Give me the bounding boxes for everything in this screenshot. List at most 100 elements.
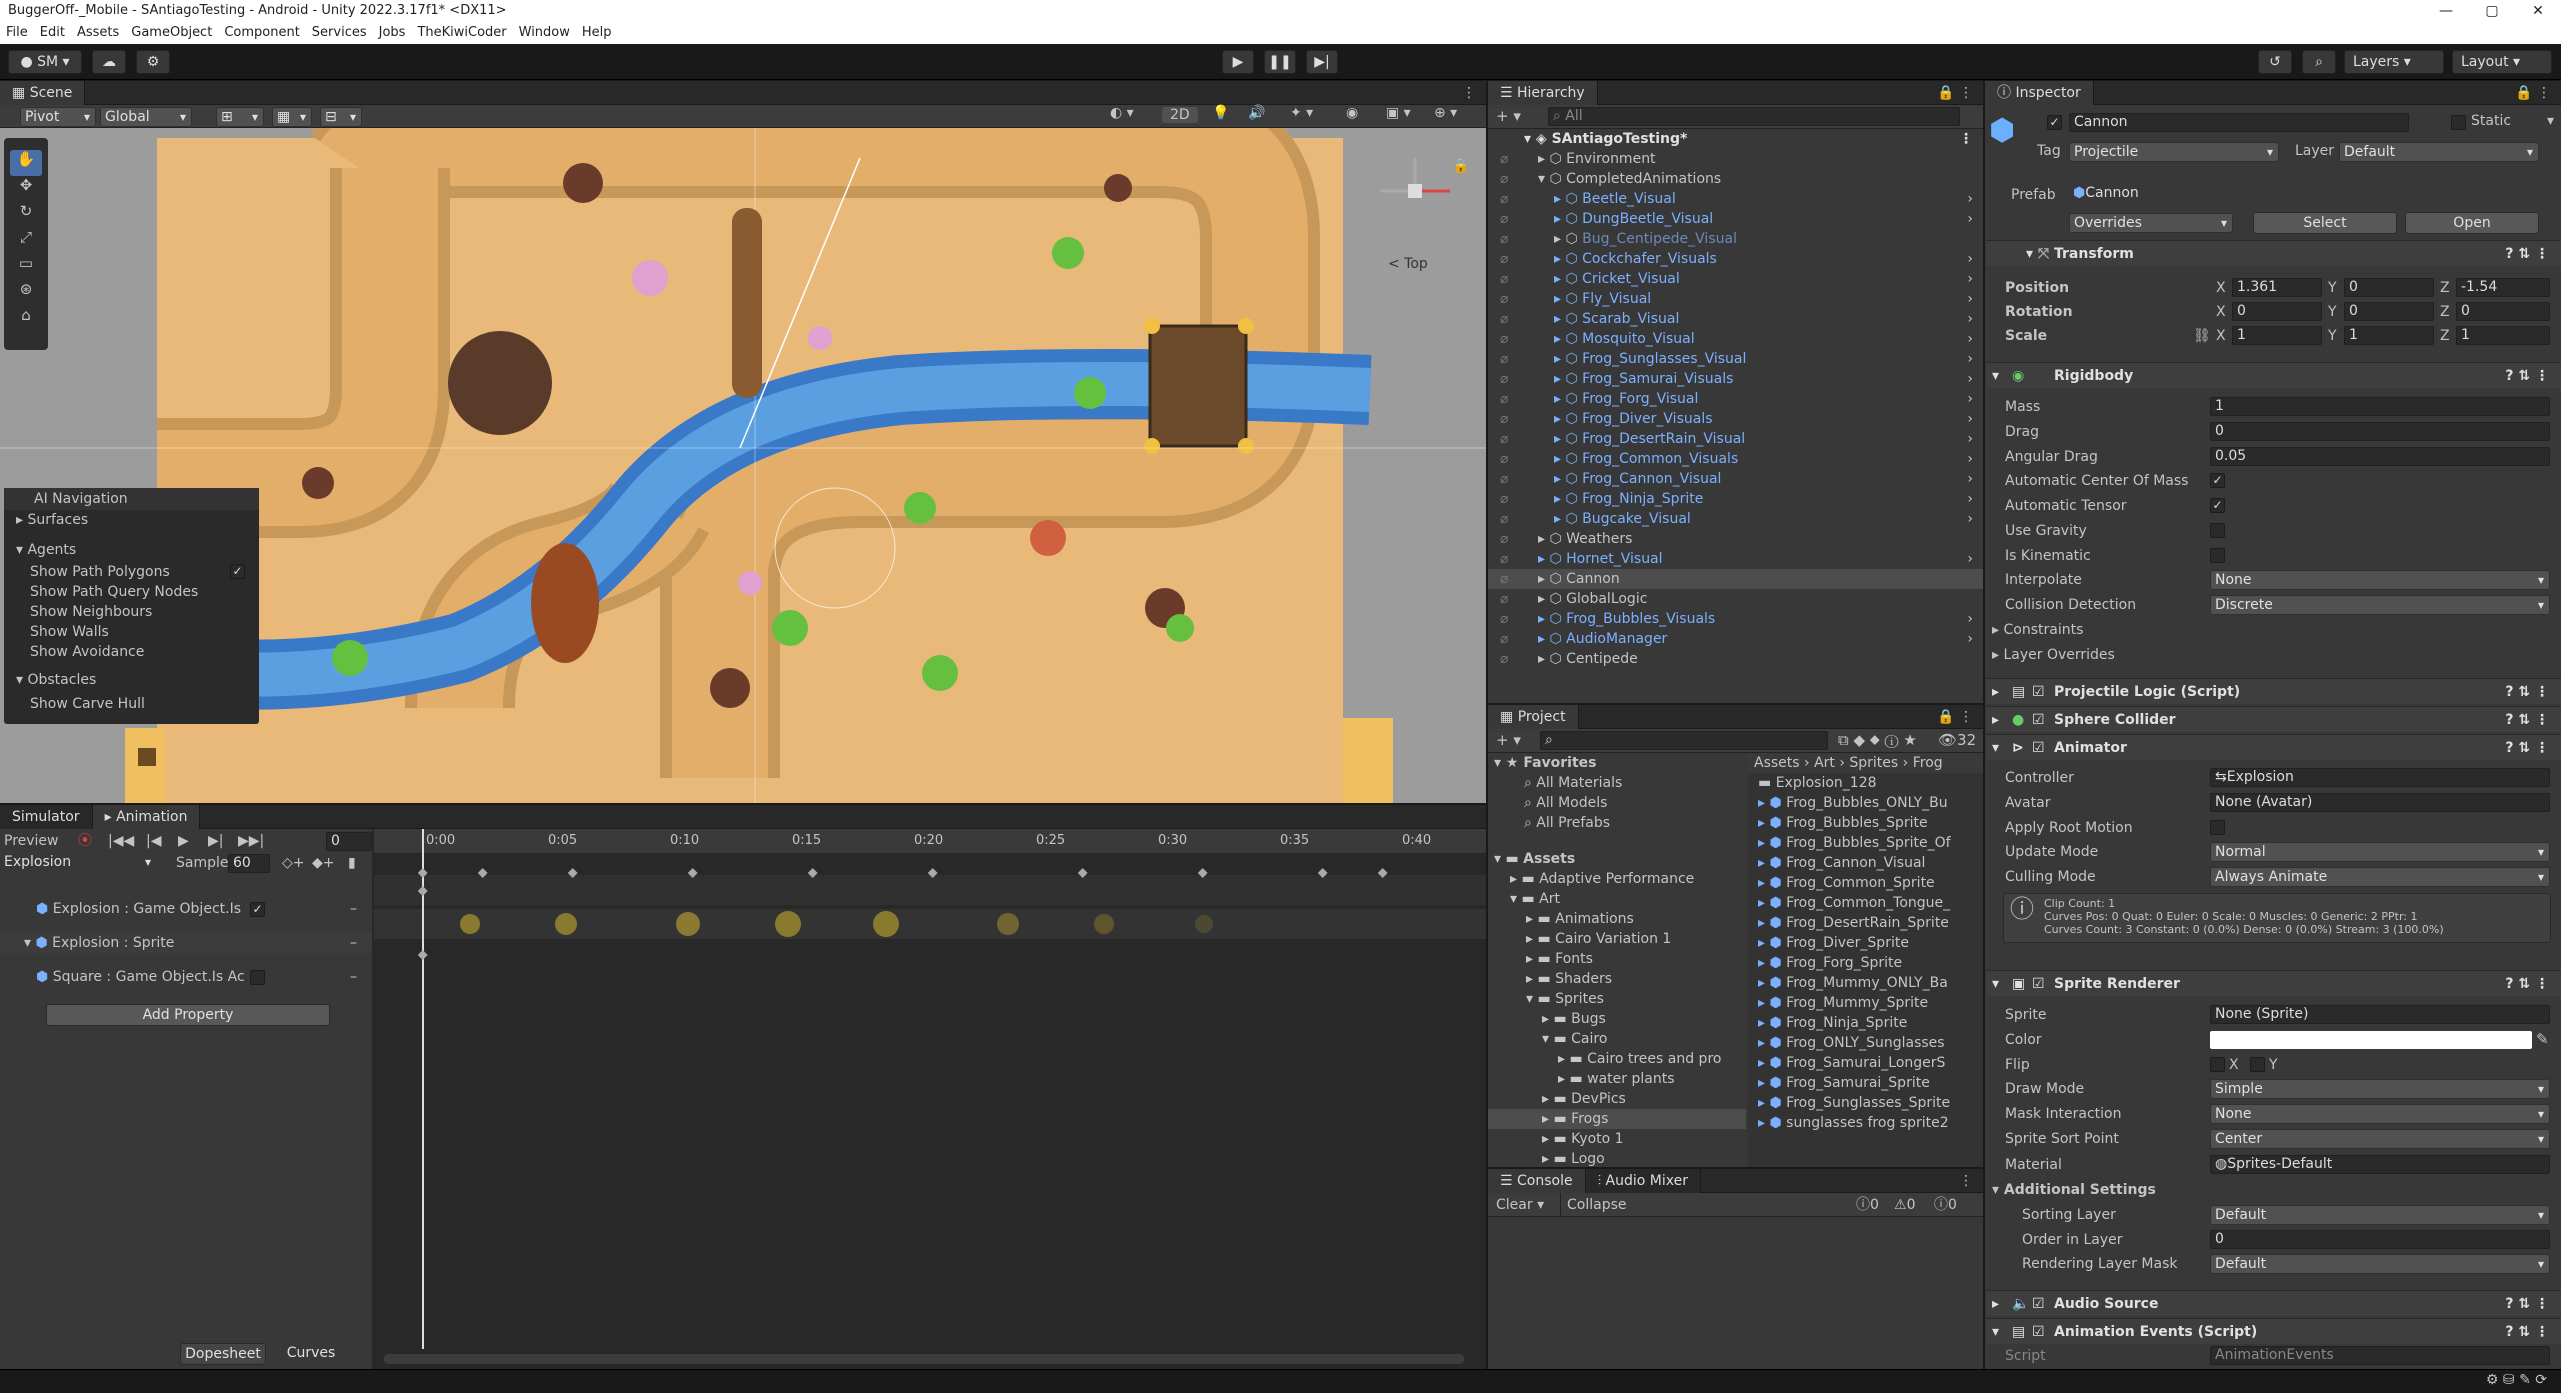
project-file[interactable]: ▸ ⬢ sunglasses frog sprite2 bbox=[1748, 1113, 1983, 1133]
curves-tab[interactable]: Curves bbox=[276, 1343, 346, 1365]
color-swatch[interactable] bbox=[2210, 1031, 2532, 1049]
prefab-field[interactable]: ⬢Cannon bbox=[2069, 185, 2529, 204]
name-field[interactable]: Cannon bbox=[2069, 113, 2409, 132]
scale-tool-icon[interactable]: ⤢ bbox=[4, 228, 48, 254]
layout-dropdown[interactable]: Layout ▾ bbox=[2452, 50, 2552, 74]
position-y[interactable]: 0 bbox=[2344, 278, 2434, 297]
rect-tool-icon[interactable]: ▭ bbox=[4, 254, 48, 280]
visibility-toggle-icon[interactable]: ⌀ bbox=[1500, 589, 1508, 609]
tab-simulator[interactable]: Simulator bbox=[0, 805, 93, 829]
project-file[interactable]: ▸ ⬢ Frog_Common_Sprite bbox=[1748, 873, 1983, 893]
panel-menu-icon[interactable]: ⋮ bbox=[1462, 81, 1476, 105]
fav-all-materials[interactable]: ⌕ All Materials bbox=[1488, 773, 1746, 793]
animator-enabled-checkbox[interactable]: ☑ bbox=[2032, 735, 2045, 761]
position-x[interactable]: 1.361 bbox=[2232, 278, 2322, 297]
update-mode-dropdown[interactable]: Normal bbox=[2210, 842, 2550, 862]
gizmos-icon[interactable]: ⊕ ▾ bbox=[1434, 105, 1457, 121]
hierarchy-item[interactable]: ▸ ⬡ DungBeetle_Visual ⌀ › bbox=[1488, 209, 1983, 229]
project-file[interactable]: ▸ ⬢ Frog_Mummy_Sprite bbox=[1748, 993, 1983, 1013]
favorites-foldout[interactable]: ▾ ★ Favorites bbox=[1488, 753, 1746, 773]
hierarchy-item[interactable]: ▾ ⬡ CompletedAnimations ⌀ bbox=[1488, 169, 1983, 189]
hierarchy-item[interactable]: ▸ ⬡ Bugcake_Visual ⌀ › bbox=[1488, 509, 1983, 529]
pivot-dropdown[interactable]: Pivot bbox=[20, 107, 96, 127]
prefab-select-button[interactable]: Select bbox=[2253, 212, 2397, 234]
grid-icon[interactable]: ▦ bbox=[272, 107, 312, 127]
add-property-button[interactable]: Add Property bbox=[46, 1004, 330, 1026]
menu-help[interactable]: Help bbox=[582, 22, 612, 44]
project-folder[interactable]: ▾ ▬ Assets bbox=[1488, 849, 1746, 869]
prefab-open-icon[interactable]: › bbox=[1967, 409, 1973, 429]
custom-tool-icon[interactable]: ⌂ bbox=[4, 306, 48, 332]
visibility-toggle-icon[interactable]: ⌀ bbox=[1500, 249, 1508, 269]
prefab-open-icon[interactable]: › bbox=[1967, 189, 1973, 209]
effects-icon[interactable]: ✦ ▾ bbox=[1290, 105, 1313, 121]
visibility-toggle-icon[interactable]: ⌀ bbox=[1500, 429, 1508, 449]
menu-file[interactable]: File bbox=[6, 22, 28, 44]
log-count[interactable]: ⓘ0 bbox=[1856, 1193, 1879, 1217]
auto-tensor-checkbox[interactable]: ✓ bbox=[2210, 498, 2225, 513]
project-folder[interactable]: ▾ ▬ Cairo bbox=[1488, 1029, 1746, 1049]
show-path-query-nodes-toggle[interactable]: Show Path Query Nodes bbox=[4, 582, 259, 602]
sprite-renderer-menu-icons[interactable]: ? ⇅ ⋮ bbox=[2505, 971, 2549, 997]
prefab-open-icon[interactable]: › bbox=[1967, 349, 1973, 369]
visibility-toggle-icon[interactable]: ⌀ bbox=[1500, 389, 1508, 409]
show-neighbours-toggle[interactable]: Show Neighbours bbox=[4, 602, 259, 622]
is-kinematic-checkbox[interactable] bbox=[2210, 548, 2225, 563]
tab-console[interactable]: ☰ Console bbox=[1488, 1169, 1586, 1193]
minimize-button[interactable]: — bbox=[2423, 0, 2469, 22]
hierarchy-menu-icon[interactable]: 🔒 ⋮ bbox=[1937, 81, 1973, 105]
add-keyframe-icon[interactable]: ◇+ bbox=[282, 853, 305, 873]
step-button[interactable]: ▶| bbox=[1306, 50, 1338, 74]
tab-audio-mixer[interactable]: ⫶ Audio Mixer bbox=[1585, 1169, 1701, 1193]
tab-scene[interactable]: ▦ Scene bbox=[0, 81, 86, 105]
audio-source-header[interactable]: ▸ 🔈 ☑ Audio Source? ⇅ ⋮ bbox=[1986, 1290, 2561, 1316]
scale-z[interactable]: 1 bbox=[2456, 326, 2550, 345]
search-icon[interactable]: ⌕ bbox=[2302, 50, 2336, 74]
angular-drag-field[interactable]: 0.05 bbox=[2210, 447, 2550, 466]
visibility-toggle-icon[interactable]: ⌀ bbox=[1500, 229, 1508, 249]
visibility-toggle-icon[interactable]: ⌀ bbox=[1500, 329, 1508, 349]
audio-menu-icons[interactable]: ? ⇅ ⋮ bbox=[2505, 1291, 2549, 1317]
preview-toggle[interactable]: Preview bbox=[4, 833, 59, 849]
next-key-icon[interactable]: ▶| bbox=[208, 831, 223, 851]
hierarchy-item[interactable]: ▸ ⬡ Frog_Forg_Visual ⌀ › bbox=[1488, 389, 1983, 409]
timeline-scrollbar[interactable] bbox=[384, 1354, 1464, 1364]
collapse-button[interactable]: Collapse bbox=[1560, 1193, 1633, 1217]
flip-y-checkbox[interactable] bbox=[2250, 1057, 2265, 1072]
hierarchy-item[interactable]: ▸ ⬡ Frog_Diver_Visuals ⌀ › bbox=[1488, 409, 1983, 429]
sphere-menu-icons[interactable]: ? ⇅ ⋮ bbox=[2505, 707, 2549, 733]
cloud-icon[interactable]: ☁ bbox=[92, 50, 126, 74]
animator-header[interactable]: ▾ ⊳ ☑ Animator? ⇅ ⋮ bbox=[1986, 734, 2561, 760]
prop-row-1[interactable]: ▾ ⬢ Explosion : Sprite – bbox=[0, 933, 372, 953]
visibility-toggle-icon[interactable]: ⌀ bbox=[1500, 209, 1508, 229]
hierarchy-item[interactable]: ▸ ⬡ Mosquito_Visual ⌀ › bbox=[1488, 329, 1983, 349]
rotate-tool-icon[interactable]: ↻ bbox=[4, 202, 48, 228]
prefab-open-icon[interactable]: › bbox=[1967, 629, 1973, 649]
visibility-icon[interactable]: ◉ bbox=[1346, 105, 1358, 121]
prefab-open-button[interactable]: Open bbox=[2405, 212, 2539, 234]
timeline-ruler[interactable]: 0:00 0:05 0:10 0:15 0:20 0:25 0:30 0:35 … bbox=[374, 829, 1486, 853]
audio-enabled-checkbox[interactable]: ☑ bbox=[2032, 1291, 2045, 1317]
tag-dropdown[interactable]: Projectile bbox=[2069, 142, 2279, 162]
hierarchy-item[interactable]: ▸ ⬡ Frog_Ninja_Sprite ⌀ › bbox=[1488, 489, 1983, 509]
static-dropdown-icon[interactable]: ▾ bbox=[2547, 113, 2554, 129]
hierarchy-item[interactable]: ▸ ⬡ Beetle_Visual ⌀ › bbox=[1488, 189, 1983, 209]
project-folder[interactable]: ▸ ▬ water plants bbox=[1488, 1069, 1746, 1089]
project-file[interactable]: ▸ ⬢ Frog_Common_Tongue_ bbox=[1748, 893, 1983, 913]
fav-all-prefabs[interactable]: ⌕ All Prefabs bbox=[1488, 813, 1746, 833]
hierarchy-item[interactable]: ▸ ⬡ Cannon ⌀ bbox=[1488, 569, 1983, 589]
prefab-open-icon[interactable]: › bbox=[1967, 609, 1973, 629]
record-icon[interactable]: ⦿ bbox=[78, 831, 92, 851]
prefab-open-icon[interactable]: › bbox=[1967, 289, 1973, 309]
scene-orientation-gizmo[interactable] bbox=[1370, 148, 1460, 218]
sprite-field[interactable]: None (Sprite) bbox=[2210, 1005, 2550, 1024]
prop-row-0[interactable]: ⬢ Explosion : Game Object.Is ✓ – bbox=[0, 899, 372, 919]
inspector-menu-icon[interactable]: 🔒 ⋮ bbox=[2515, 81, 2551, 105]
menu-jobs[interactable]: Jobs bbox=[379, 22, 406, 44]
prefab-open-icon[interactable]: › bbox=[1967, 209, 1973, 229]
visibility-toggle-icon[interactable]: ⌀ bbox=[1500, 569, 1508, 589]
visibility-toggle-icon[interactable]: ⌀ bbox=[1500, 189, 1508, 209]
project-file[interactable]: ▸ ⬢ Frog_Bubbles_Sprite_Of bbox=[1748, 833, 1983, 853]
increment-snap-icon[interactable]: ⊟ bbox=[320, 107, 362, 127]
frame-field[interactable]: 0 bbox=[326, 832, 372, 851]
